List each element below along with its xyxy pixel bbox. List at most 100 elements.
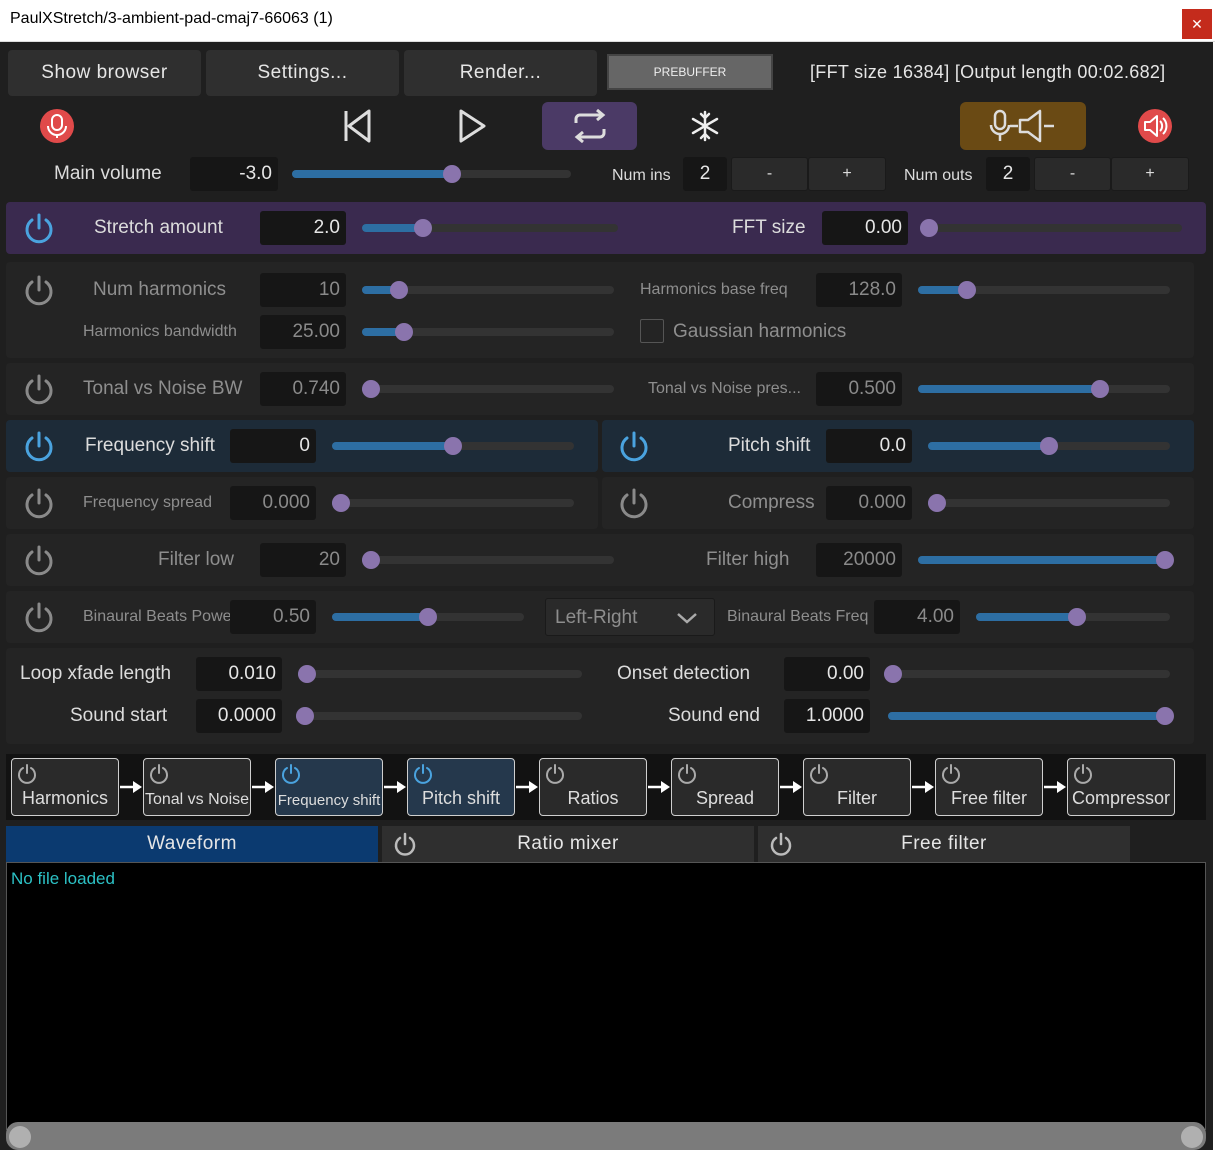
record-button[interactable] xyxy=(30,102,84,150)
filter-low-slider[interactable] xyxy=(362,551,614,569)
frequency-spread-value[interactable]: 0.000 xyxy=(230,486,316,520)
stretch-power-icon[interactable] xyxy=(22,212,56,246)
gaussian-harmonics-checkbox[interactable] xyxy=(640,319,664,343)
waveform-view[interactable]: No file loaded xyxy=(6,862,1206,1130)
stage-power-icon[interactable] xyxy=(940,763,962,785)
chain-stage-free-filter[interactable]: Free filter xyxy=(935,758,1043,816)
monitor-button[interactable] xyxy=(960,102,1086,150)
waveform-range-scrollbar[interactable] xyxy=(6,1122,1206,1150)
num-harmonics-slider[interactable] xyxy=(362,281,614,299)
num-outs-plus-button[interactable]: + xyxy=(1111,157,1189,191)
stage-power-icon[interactable] xyxy=(1072,763,1094,785)
stage-power-icon[interactable] xyxy=(544,763,566,785)
chain-arrow-icon xyxy=(1044,781,1066,793)
pitch-shift-label: Pitch shift xyxy=(728,435,811,456)
binaural-freq-slider[interactable] xyxy=(976,608,1170,626)
chain-stage-harmonics[interactable]: Harmonics xyxy=(11,758,119,816)
compress-slider[interactable] xyxy=(928,494,1170,512)
frequency-shift-power-icon[interactable] xyxy=(22,430,56,464)
range-start-handle[interactable] xyxy=(9,1126,31,1148)
sound-start-slider[interactable] xyxy=(296,707,582,725)
binaural-power-value[interactable]: 0.50 xyxy=(230,600,316,634)
stage-power-icon[interactable] xyxy=(148,763,170,785)
stretch-amount-value[interactable]: 2.0 xyxy=(260,211,346,245)
harmonics-base-freq-slider[interactable] xyxy=(918,281,1170,299)
settings-button[interactable]: Settings... xyxy=(206,50,399,96)
filter-high-slider[interactable] xyxy=(918,551,1174,569)
show-browser-button[interactable]: Show browser xyxy=(8,50,201,96)
ratio-mixer-power-icon[interactable] xyxy=(392,832,418,858)
main-volume-slider[interactable] xyxy=(292,165,571,183)
stage-label: Compressor xyxy=(1071,788,1171,808)
num-harmonics-value[interactable]: 10 xyxy=(260,273,346,307)
stage-power-icon[interactable] xyxy=(280,763,302,785)
chain-stage-tonal-noise[interactable]: Tonal vs Noise xyxy=(143,758,251,816)
stage-power-icon[interactable] xyxy=(676,763,698,785)
binaural-mode-dropdown[interactable]: Left-Right xyxy=(545,598,715,636)
compress-power-icon[interactable] xyxy=(617,487,651,521)
harmonics-base-freq-value[interactable]: 128.0 xyxy=(816,273,902,307)
pitch-shift-power-icon[interactable] xyxy=(617,430,651,464)
speaker-button[interactable] xyxy=(1128,102,1182,150)
filter-low-value[interactable]: 20 xyxy=(260,543,346,577)
tab-free-filter[interactable]: Free filter xyxy=(758,826,1130,862)
skip-back-button[interactable] xyxy=(330,102,384,150)
binaural-freq-value[interactable]: 4.00 xyxy=(874,600,960,634)
stage-power-icon[interactable] xyxy=(16,763,38,785)
tonal-noise-pres-value[interactable]: 0.500 xyxy=(816,372,902,406)
chain-stage-ratios[interactable]: Ratios xyxy=(539,758,647,816)
harmonics-power-icon[interactable] xyxy=(22,274,56,308)
loop-xfade-slider[interactable] xyxy=(298,665,582,683)
frequency-shift-slider[interactable] xyxy=(332,437,574,455)
binaural-power-slider[interactable] xyxy=(332,608,524,626)
loop-xfade-value[interactable]: 0.010 xyxy=(196,657,282,691)
filter-power-icon[interactable] xyxy=(22,544,56,578)
chain-stage-frequency-shift[interactable]: Frequency shift xyxy=(275,758,383,816)
tonal-noise-pres-slider[interactable] xyxy=(918,380,1170,398)
frequency-spread-slider[interactable] xyxy=(332,494,574,512)
loop-button[interactable] xyxy=(542,102,637,150)
filter-high-value[interactable]: 20000 xyxy=(816,543,902,577)
render-button[interactable]: Render... xyxy=(404,50,597,96)
chain-stage-spread[interactable]: Spread xyxy=(671,758,779,816)
num-outs-value[interactable]: 2 xyxy=(986,157,1030,191)
pitch-shift-value[interactable]: 0.0 xyxy=(826,429,912,463)
main-volume-value[interactable]: -3.0 xyxy=(190,157,278,191)
num-ins-value[interactable]: 2 xyxy=(683,157,727,191)
stage-power-icon[interactable] xyxy=(412,763,434,785)
tab-ratio-mixer[interactable]: Ratio mixer xyxy=(382,826,754,862)
fft-size-value[interactable]: 0.00 xyxy=(822,211,908,245)
range-end-handle[interactable] xyxy=(1181,1126,1203,1148)
onset-detection-value[interactable]: 0.00 xyxy=(784,657,870,691)
num-outs-minus-button[interactable]: - xyxy=(1034,157,1111,191)
num-ins-plus-button[interactable]: + xyxy=(808,157,886,191)
tonal-noise-power-icon[interactable] xyxy=(22,373,56,407)
pitch-shift-slider[interactable] xyxy=(928,437,1170,455)
chain-stage-compressor[interactable]: Compressor xyxy=(1067,758,1175,816)
compress-value[interactable]: 0.000 xyxy=(826,486,912,520)
prebuffer-button[interactable]: PREBUFFER xyxy=(607,54,773,90)
num-ins-minus-button[interactable]: - xyxy=(731,157,808,191)
window-title: PaulXStretch/3-ambient-pad-cmaj7-66063 (… xyxy=(10,10,333,27)
fft-size-slider[interactable] xyxy=(920,219,1182,237)
stage-power-icon[interactable] xyxy=(808,763,830,785)
binaural-power-icon[interactable] xyxy=(22,601,56,635)
tab-waveform[interactable]: Waveform xyxy=(6,826,378,862)
freeze-button[interactable] xyxy=(678,102,732,150)
stretch-amount-slider[interactable] xyxy=(362,219,618,237)
tonal-noise-bw-slider[interactable] xyxy=(362,380,614,398)
tonal-noise-bw-value[interactable]: 0.740 xyxy=(260,372,346,406)
sound-end-slider[interactable] xyxy=(888,707,1174,725)
close-button[interactable]: ✕ xyxy=(1182,9,1212,39)
harmonics-bandwidth-value[interactable]: 25.00 xyxy=(260,315,346,349)
play-button[interactable] xyxy=(445,102,499,150)
chain-stage-pitch-shift[interactable]: Pitch shift xyxy=(407,758,515,816)
frequency-shift-value[interactable]: 0 xyxy=(230,429,316,463)
chain-stage-filter[interactable]: Filter xyxy=(803,758,911,816)
harmonics-bandwidth-slider[interactable] xyxy=(362,323,614,341)
frequency-spread-power-icon[interactable] xyxy=(22,487,56,521)
sound-start-value[interactable]: 0.0000 xyxy=(196,699,282,733)
sound-end-value[interactable]: 1.0000 xyxy=(784,699,870,733)
free-filter-power-icon[interactable] xyxy=(768,832,794,858)
onset-detection-slider[interactable] xyxy=(884,665,1170,683)
